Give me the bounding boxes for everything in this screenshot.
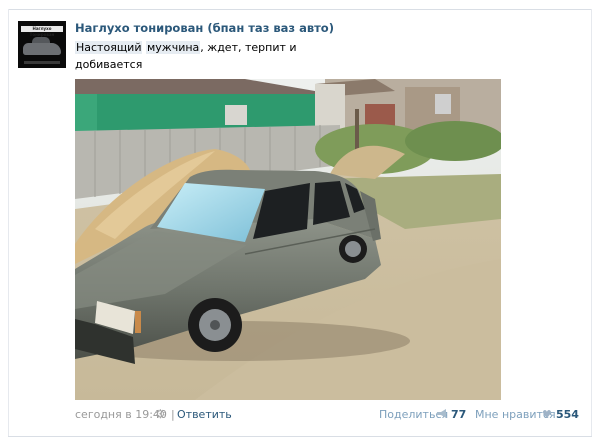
post-text: Настоящий мужчина, ждет, терпит и добива… <box>75 39 335 73</box>
post-text-line2: добивается <box>75 58 143 71</box>
share-count[interactable]: 77 <box>451 408 466 421</box>
post-timestamp[interactable]: сегодня в 19:40 <box>75 408 167 421</box>
post-author-link[interactable]: Наглухо тонирован (бпан таз ваз авто) <box>75 21 334 35</box>
post-left-border <box>8 9 9 437</box>
post-text-highlight-1: Настоящий <box>75 41 143 54</box>
reply-link[interactable]: Ответить <box>177 408 232 421</box>
avatar-tagline <box>24 61 60 64</box>
post-bottom-border <box>8 436 592 437</box>
like-count[interactable]: 554 <box>556 408 579 421</box>
post-top-border <box>8 9 592 10</box>
avatar-logo-text: Наглухо Тонирован <box>21 26 63 37</box>
post-text-highlight-2: мужчина <box>145 41 201 54</box>
avatar-car-body <box>23 43 61 55</box>
heart-icon[interactable]: ♥ <box>542 408 552 421</box>
post-photo[interactable] <box>75 79 501 400</box>
post-right-border <box>591 9 592 437</box>
footer-separator: | <box>171 408 175 421</box>
megaphone-icon[interactable] <box>437 409 447 418</box>
post-text-rest: , ждет, терпит и <box>200 41 297 54</box>
gear-icon[interactable]: ⚙ <box>155 407 166 421</box>
community-avatar[interactable]: Наглухо Тонирован <box>18 21 66 68</box>
post-footer: сегодня в 19:40 ⚙ | Ответить Поделиться … <box>75 407 579 422</box>
